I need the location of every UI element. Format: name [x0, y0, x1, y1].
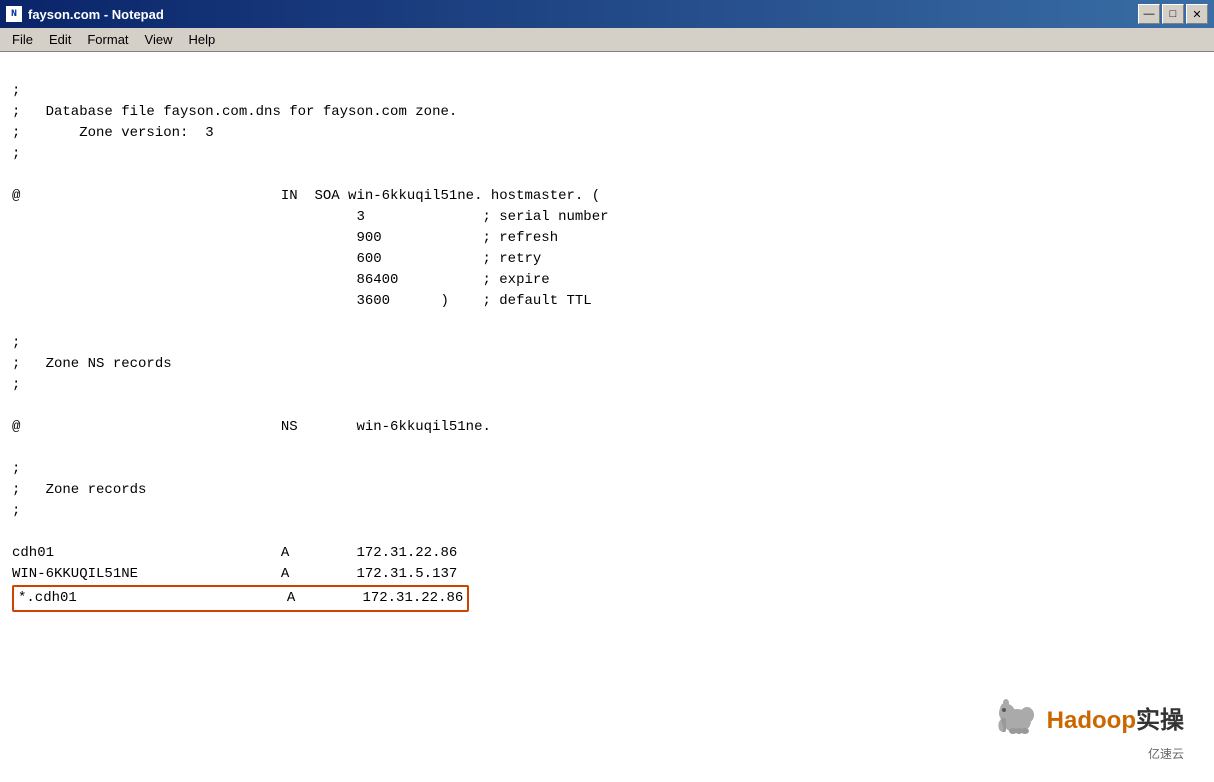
branding-hadoop: Hadoop [1047, 707, 1136, 734]
line-6: @ IN SOA win-6kkuqil51ne. hostmaster. ( [12, 188, 600, 204]
menu-help[interactable]: Help [180, 30, 223, 49]
branding-area: Hadoop实操 亿速云 [993, 693, 1184, 762]
branding-main-text: Hadoop实操 [1047, 700, 1184, 735]
menu-bar: File Edit Format View Help [0, 28, 1214, 52]
minimize-button[interactable]: — [1138, 4, 1160, 24]
line-16 [12, 398, 20, 414]
line-24: WIN-6KKUQIL51NE A 172.31.5.137 [12, 566, 457, 582]
line-1: ; [12, 83, 20, 99]
line-14: ; Zone NS records [12, 356, 172, 372]
line-5 [12, 167, 20, 183]
line-3: ; Zone version: 3 [12, 125, 214, 141]
line-13: ; [12, 335, 20, 351]
close-button[interactable]: ✕ [1186, 4, 1208, 24]
line-19: ; [12, 461, 20, 477]
window-title: fayson.com - Notepad [28, 7, 1132, 22]
menu-edit[interactable]: Edit [41, 30, 79, 49]
line-20: ; Zone records [12, 482, 146, 498]
line-8: 900 ; refresh [12, 230, 558, 246]
line-17: @ NS win-6kkuqil51ne. [12, 419, 491, 435]
branding-shizao: 实操 [1136, 707, 1184, 734]
line-18 [12, 440, 20, 456]
line-2: ; Database file fayson.com.dns for fayso… [12, 104, 457, 120]
line-12 [12, 314, 20, 330]
line-15: ; [12, 377, 20, 393]
menu-file[interactable]: File [4, 30, 41, 49]
maximize-button[interactable]: □ [1162, 4, 1184, 24]
line-7: 3 ; serial number [12, 209, 609, 225]
highlighted-line: *.cdh01 A 172.31.22.86 [12, 585, 469, 612]
line-9: 600 ; retry [12, 251, 541, 267]
menu-view[interactable]: View [137, 30, 181, 49]
menu-format[interactable]: Format [79, 30, 136, 49]
line-21: ; [12, 503, 20, 519]
branding-logo: Hadoop实操 [993, 693, 1184, 741]
editor-area[interactable]: ; ; Database file fayson.com.dns for fay… [0, 52, 1214, 782]
line-4: ; [12, 146, 20, 162]
line-10: 86400 ; expire [12, 272, 550, 288]
line-22 [12, 524, 20, 540]
editor-content: ; ; Database file fayson.com.dns for fay… [12, 60, 1202, 633]
notepad-window: N fayson.com - Notepad — □ ✕ File Edit F… [0, 0, 1214, 782]
elephant-icon [993, 693, 1041, 741]
line-11: 3600 ) ; default TTL [12, 293, 592, 309]
app-icon: N [6, 6, 22, 22]
line-23: cdh01 A 172.31.22.86 [12, 545, 457, 561]
window-controls: — □ ✕ [1138, 4, 1208, 24]
title-bar: N fayson.com - Notepad — □ ✕ [0, 0, 1214, 28]
branding-sub-text: 亿速云 [1148, 745, 1184, 762]
